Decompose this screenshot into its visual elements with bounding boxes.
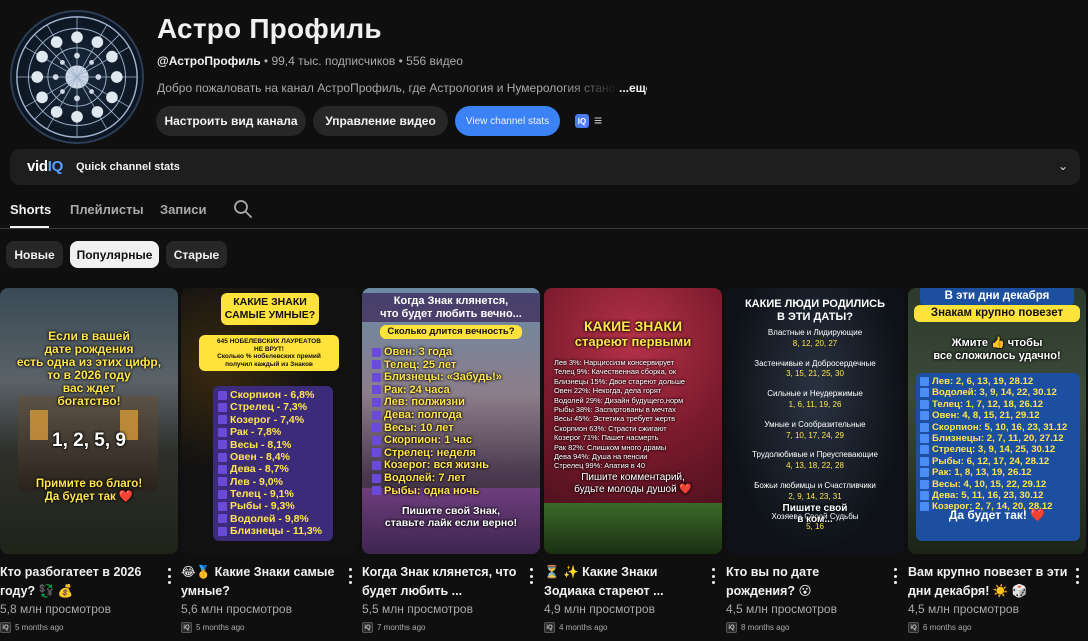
video-views: 5,5 млн просмотров — [362, 602, 473, 616]
chip-popular[interactable]: Популярные — [70, 241, 159, 268]
thumbnail-subheader: Жмите 👍 чтобы все сложилось удачно! — [933, 337, 1061, 362]
video-card[interactable]: КАКИЕ ЗНАКИ стареют первыми Лев 3%: Нарц… — [544, 288, 722, 633]
tab-shorts[interactable]: Shorts — [10, 202, 51, 217]
thumbnail-headline-1: В эти дни декабря — [920, 288, 1074, 305]
thumbnail-headline-2: Знакам крупно повезет — [914, 305, 1080, 322]
channel-title: Астро Профиль — [157, 13, 382, 44]
more-options-icon[interactable] — [345, 568, 355, 584]
video-title[interactable]: ⏳ ✨ Какие Знаки Зодиака стареют ... — [544, 563, 704, 601]
video-thumbnail[interactable]: Если в вашей дате рождения есть одна из э… — [0, 288, 178, 554]
channel-description[interactable]: Добро пожаловать на канал АстроПрофиль, … — [157, 81, 647, 95]
thumbnail-list: Овен: 3 года Телец: 25 лет Близнецы: «За… — [372, 346, 537, 497]
quick-stats-label: Quick channel stats — [76, 161, 180, 173]
thumbnail-headline: КАКИЕ ЛЮДИ РОДИЛИСЬ В ЭТИ ДАТЫ? — [744, 298, 886, 323]
tab-playlists[interactable]: Плейлисты — [70, 202, 144, 217]
video-thumbnail[interactable]: Когда Знак клянется, что будет любить веч… — [362, 288, 540, 554]
video-card[interactable]: Когда Знак клянется, что будет любить веч… — [362, 288, 540, 633]
thumbnail-headline: КАКИЕ ЗНАКИ стареют первыми — [574, 318, 692, 349]
video-card[interactable]: В эти дни декабря Знакам крупно повезет … — [908, 288, 1086, 633]
thumbnail-footer: Пишите комментарий, будьте молоды душой ❤… — [574, 472, 692, 495]
search-icon[interactable] — [233, 199, 253, 219]
thumbnail-footer: Пишите свой в ком... — [782, 503, 848, 525]
video-age: iQ 5 months ago — [181, 622, 244, 633]
vidiq-icon: iQ — [362, 622, 373, 633]
more-options-icon[interactable] — [164, 568, 174, 584]
video-age: iQ 4 months ago — [544, 622, 607, 633]
vidiq-quick-stats-bar[interactable]: vidIQ Quick channel stats ⌄ — [10, 149, 1080, 185]
thumbnail-headline: Когда Знак клянется, что будет любить веч… — [362, 293, 540, 322]
customize-channel-button[interactable]: Настроить вид канала — [156, 106, 306, 136]
video-title[interactable]: Вам крупно повезет в эти дни декабря! ☀️… — [908, 563, 1068, 601]
video-card[interactable]: КАКИЕ ЛЮДИ РОДИЛИСЬ В ЭТИ ДАТЫ? Властные … — [726, 288, 904, 633]
channel-meta: @АстроПрофиль • 99,4 тыс. подписчиков • … — [157, 54, 463, 68]
video-age: iQ 7 months ago — [362, 622, 425, 633]
video-thumbnail[interactable]: В эти дни декабря Знакам крупно повезет … — [908, 288, 1086, 554]
channel-stats: • 99,4 тыс. подписчиков • 556 видео — [260, 54, 463, 68]
thumbnail-footer: Пишите свой Знак, ставьте лайк если верно… — [384, 505, 518, 529]
video-views: 4,5 млн просмотров — [726, 602, 837, 616]
more-options-icon[interactable] — [526, 568, 536, 584]
video-age: iQ 8 months ago — [726, 622, 789, 633]
vidiq-icon: iQ — [0, 622, 11, 633]
more-options-icon[interactable] — [1072, 568, 1082, 584]
vidiq-badge-icon[interactable]: IQ — [575, 114, 589, 128]
video-thumbnail[interactable]: КАКИЕ ЛЮДИ РОДИЛИСЬ В ЭТИ ДАТЫ? Властные … — [726, 288, 904, 554]
vidiq-icon: iQ — [181, 622, 192, 633]
vidiq-icon: iQ — [726, 622, 737, 633]
thumbnail-footer: Примите во благо! Да будет так ❤️ — [35, 478, 143, 503]
video-age: iQ 6 months ago — [908, 622, 971, 633]
vidiq-icon: iQ — [908, 622, 919, 633]
thumbnail-headline: Если в вашей дате рождения есть одна из э… — [16, 329, 162, 408]
thumbnail-subheader: Сколько длится вечность? — [380, 325, 522, 339]
video-views: 5,8 млн просмотров — [0, 602, 111, 616]
zodiac-wheel-icon — [16, 16, 138, 138]
vidiq-icon: iQ — [544, 622, 555, 633]
vidiq-logo: vidIQ — [27, 158, 64, 175]
thumbnail-list: Скорпион - 6,8% Стрелец - 7,3% Козерог -… — [213, 386, 333, 541]
video-card[interactable]: КАКИЕ ЗНАКИ САМЫЕ УМНЫЕ? 645 НОБЕЛЕВСКИХ … — [181, 288, 359, 633]
video-card[interactable]: Если в вашей дате рождения есть одна из э… — [0, 288, 178, 633]
tab-posts[interactable]: Записи — [160, 202, 206, 217]
video-views: 5,6 млн просмотров — [181, 602, 292, 616]
video-age: iQ 5 months ago — [0, 622, 63, 633]
chevron-down-icon[interactable]: ⌄ — [1058, 159, 1068, 173]
manage-videos-button[interactable]: Управление видео — [313, 106, 448, 136]
thumbnail-subheader: 645 НОБЕЛЕВСКИХ ЛАУРЕАТОВ НЕ ВРУТ! Скольк… — [199, 335, 339, 371]
video-title[interactable]: Кто вы по дате рождения? 😮 — [726, 563, 886, 601]
video-views: 4,5 млн просмотров — [908, 602, 1019, 616]
more-options-icon[interactable] — [708, 568, 718, 584]
video-thumbnail[interactable]: КАКИЕ ЗНАКИ стареют первыми Лев 3%: Нарц… — [544, 288, 722, 554]
tabs-divider — [0, 228, 1088, 229]
view-channel-stats-button[interactable]: View channel stats — [455, 106, 560, 136]
video-title[interactable]: Когда Знак клянется, что будет любить ..… — [362, 563, 522, 601]
menu-icon[interactable]: ≡ — [594, 113, 602, 127]
video-views: 4,9 млн просмотров — [544, 602, 655, 616]
video-title[interactable]: 😂🥇 Какие Знаки самые умные? — [181, 563, 341, 601]
thumbnail-footer: Да будет так! ❤️ — [948, 508, 1046, 522]
thumbnail-digits: 1, 2, 5, 9 — [52, 430, 126, 451]
channel-description-text: Добро пожаловать на канал АстроПрофиль, … — [157, 81, 619, 95]
chip-old[interactable]: Старые — [166, 241, 227, 268]
grass-image — [544, 503, 722, 554]
thumbnail-list: Лев 3%: Нарциссизм консервирует Телец 9%:… — [554, 358, 686, 471]
more-options-icon[interactable] — [890, 568, 900, 584]
more-link[interactable]: ...ещё — [619, 81, 647, 95]
chip-new[interactable]: Новые — [6, 241, 63, 268]
channel-handle: @АстроПрофиль — [157, 54, 261, 68]
thumbnail-headline: КАКИЕ ЗНАКИ САМЫЕ УМНЫЕ? — [221, 293, 319, 325]
channel-avatar[interactable] — [10, 10, 144, 144]
video-title[interactable]: Кто разбогатеет в 2026 году? 💱 💰 — [0, 563, 160, 601]
video-thumbnail[interactable]: КАКИЕ ЗНАКИ САМЫЕ УМНЫЕ? 645 НОБЕЛЕВСКИХ … — [181, 288, 359, 554]
